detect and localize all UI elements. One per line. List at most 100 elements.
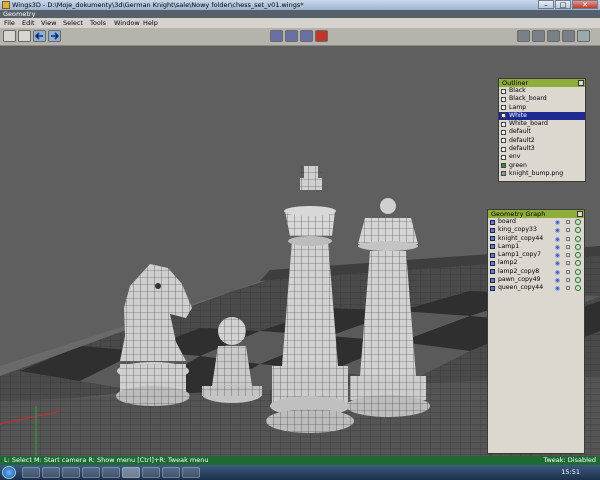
wireframe-toggle-icon[interactable] bbox=[575, 277, 581, 284]
outliner-item-default3[interactable]: default3 bbox=[499, 145, 585, 153]
taskbar-app-editor-icon[interactable] bbox=[142, 467, 160, 478]
start-button[interactable] bbox=[2, 466, 16, 479]
status-hint: L: Select M: Start camera R: Show menu [… bbox=[4, 456, 209, 464]
outliner-item-knight-bump[interactable]: knight_bump.png bbox=[499, 170, 585, 178]
save-icon[interactable] bbox=[18, 30, 31, 42]
edge-select-mode-icon[interactable] bbox=[285, 30, 298, 42]
taskbar-app-image-icon[interactable] bbox=[162, 467, 180, 478]
lock-icon[interactable] bbox=[566, 253, 570, 258]
lock-icon[interactable] bbox=[566, 278, 570, 283]
grid-view-icon[interactable] bbox=[577, 30, 590, 42]
eye-icon[interactable]: ◉ bbox=[555, 285, 560, 293]
geometry-tab[interactable]: Geometry bbox=[3, 10, 35, 18]
outliner-item-black[interactable]: Black bbox=[499, 87, 585, 95]
groundplane-toggle-icon[interactable] bbox=[517, 30, 530, 42]
taskbar-app-media-icon[interactable] bbox=[62, 467, 80, 478]
perspective-toggle-icon[interactable] bbox=[547, 30, 560, 42]
lock-icon[interactable] bbox=[566, 269, 570, 274]
material-icon bbox=[501, 96, 506, 102]
status-bar: L: Select M: Start camera R: Show menu [… bbox=[0, 456, 600, 465]
outliner-title-bar[interactable]: Outliner bbox=[499, 79, 585, 87]
maximize-icon[interactable]: □ bbox=[555, 0, 571, 9]
minimize-icon[interactable]: – bbox=[538, 0, 554, 9]
taskbar-app-wings3d-icon[interactable] bbox=[122, 467, 140, 478]
material-icon bbox=[501, 88, 506, 94]
face-select-mode-icon[interactable] bbox=[300, 30, 313, 42]
outliner-item-white[interactable]: White bbox=[499, 111, 585, 121]
wireframe-toggle-icon[interactable] bbox=[575, 235, 581, 242]
taskbar-app-browser-icon[interactable] bbox=[82, 467, 100, 478]
object-icon bbox=[490, 277, 495, 283]
wireframe-toggle-icon[interactable] bbox=[575, 268, 581, 275]
close-icon[interactable] bbox=[578, 80, 584, 86]
material-icon bbox=[501, 113, 506, 119]
wireframe-toggle-icon[interactable] bbox=[575, 243, 581, 250]
outliner-item-lamp[interactable]: Lamp bbox=[499, 104, 585, 112]
outliner-item-white-board[interactable]: White_board bbox=[499, 120, 585, 128]
geometry-item-lamp1-copy7[interactable]: Lamp1_copy7 ◉ bbox=[488, 251, 584, 259]
wireframe-toggle-icon[interactable] bbox=[575, 219, 581, 225]
material-icon bbox=[501, 121, 506, 127]
lock-icon[interactable] bbox=[566, 236, 570, 241]
clock[interactable]: 15:51 bbox=[561, 465, 580, 480]
geometry-item-queen-copy44[interactable]: queen_copy44 ◉ bbox=[488, 284, 584, 292]
geometry-graph-title-bar[interactable]: Geometry Graph bbox=[488, 210, 584, 218]
light-icon bbox=[490, 260, 495, 266]
window-controls: – □ ✕ bbox=[538, 0, 598, 10]
outliner-item-green[interactable]: green bbox=[499, 162, 585, 170]
wireframe-toggle-icon[interactable] bbox=[575, 227, 581, 234]
menu-view[interactable]: View bbox=[41, 18, 56, 28]
outliner-item-default2[interactable]: default2 bbox=[499, 137, 585, 145]
light-icon bbox=[490, 252, 495, 258]
lock-icon[interactable] bbox=[566, 220, 570, 224]
wireframe-toggle-icon[interactable] bbox=[575, 260, 581, 267]
menu-window[interactable]: Window bbox=[114, 18, 140, 28]
wireframe-toggle-icon[interactable] bbox=[575, 285, 581, 292]
window-title-bar[interactable]: Wings3D - D:\Moje_dokumenty\3d\German Kn… bbox=[0, 0, 600, 10]
wireframe-toggle-icon[interactable] bbox=[575, 252, 581, 259]
3d-viewport[interactable]: Outliner Black Black_board Lamp White Wh… bbox=[0, 46, 600, 456]
scene-lights-icon[interactable] bbox=[562, 30, 575, 42]
geometry-tab-strip: Geometry bbox=[0, 10, 600, 18]
geometry-item-knight-copy44[interactable]: knight_copy44 ◉ bbox=[488, 235, 584, 243]
undo-arrow-icon[interactable] bbox=[33, 30, 46, 42]
redo-arrow-icon[interactable] bbox=[48, 30, 61, 42]
outliner-item-env[interactable]: env bbox=[499, 153, 585, 161]
geometry-graph-panel: Geometry Graph board ◉ king_copy33 ◉ knigh… bbox=[487, 209, 585, 454]
outliner-panel: Outliner Black Black_board Lamp White Wh… bbox=[498, 78, 586, 182]
lock-icon[interactable] bbox=[566, 261, 570, 266]
object-icon bbox=[490, 227, 495, 233]
wings3d-app-icon bbox=[2, 1, 10, 9]
object-icon bbox=[490, 219, 495, 225]
taskbar-app-chat-icon[interactable] bbox=[102, 467, 120, 478]
geometry-item-board[interactable]: board ◉ bbox=[488, 218, 584, 226]
shaded-view-icon[interactable] bbox=[532, 30, 545, 42]
taskbar-app-folder-icon[interactable] bbox=[42, 467, 60, 478]
close-icon[interactable] bbox=[577, 211, 583, 217]
lock-icon[interactable] bbox=[566, 244, 570, 249]
geometry-item-lamp1[interactable]: Lamp1 ◉ bbox=[488, 243, 584, 251]
object-select-mode-icon[interactable] bbox=[315, 30, 328, 42]
taskbar-app-explorer-icon[interactable] bbox=[22, 467, 40, 478]
outliner-item-default[interactable]: default bbox=[499, 128, 585, 136]
material-icon bbox=[501, 146, 506, 152]
lock-icon[interactable] bbox=[566, 286, 570, 291]
menu-edit[interactable]: Edit bbox=[22, 18, 35, 28]
menu-select[interactable]: Select bbox=[63, 18, 83, 28]
lock-icon[interactable] bbox=[566, 228, 570, 233]
geometry-item-pawn-copy49[interactable]: pawn_copy49 ◉ bbox=[488, 276, 584, 284]
open-folder-icon[interactable] bbox=[3, 30, 16, 42]
material-icon bbox=[501, 105, 506, 111]
taskbar-app-misc-icon[interactable] bbox=[182, 467, 200, 478]
geometry-item-lamp2-copy8[interactable]: lamp2_copy8 ◉ bbox=[488, 268, 584, 276]
close-icon[interactable]: ✕ bbox=[572, 0, 598, 9]
outliner-item-black-board[interactable]: Black_board bbox=[499, 95, 585, 103]
vertex-select-mode-icon[interactable] bbox=[270, 30, 283, 42]
image-icon bbox=[501, 171, 506, 177]
material-icon bbox=[501, 138, 506, 144]
geometry-item-lamp2[interactable]: lamp2 ◉ bbox=[488, 259, 584, 267]
geometry-item-king-copy33[interactable]: king_copy33 ◉ bbox=[488, 226, 584, 234]
menu-file[interactable]: File bbox=[4, 18, 15, 28]
menu-tools[interactable]: Tools bbox=[90, 18, 106, 28]
menu-help[interactable]: Help bbox=[143, 18, 158, 28]
